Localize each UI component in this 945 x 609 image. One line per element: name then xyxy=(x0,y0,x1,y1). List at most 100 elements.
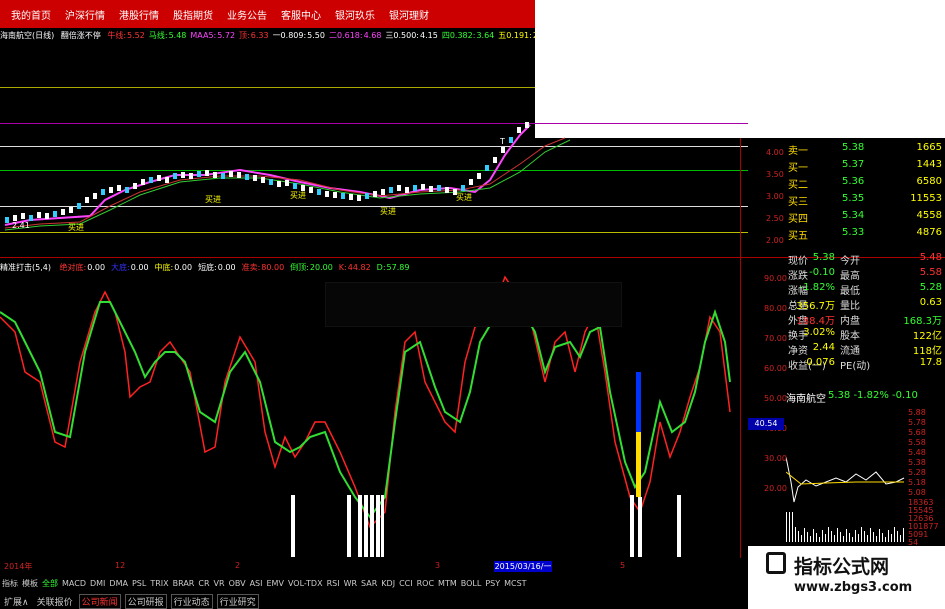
candlestick xyxy=(93,193,97,199)
indicator-tab[interactable]: 指标 xyxy=(2,578,18,589)
indicator-tab[interactable]: EMV xyxy=(267,579,284,588)
stat-value: 5.28 xyxy=(919,282,942,293)
candlestick xyxy=(149,177,153,183)
intraday-volume-bar xyxy=(891,534,892,542)
candlestick xyxy=(125,187,129,193)
date-label: 12 xyxy=(115,561,126,570)
order-book-row[interactable]: 卖一 5.38 1665 xyxy=(748,142,945,158)
intraday-volume-bar xyxy=(795,527,796,542)
intraday-volume-bar xyxy=(816,533,817,542)
date-label: 3 xyxy=(435,561,441,570)
candlestick xyxy=(245,174,249,180)
indicator-tab[interactable]: 模板 xyxy=(22,578,38,589)
indicator-tab[interactable]: DMA xyxy=(109,579,128,588)
candlestick xyxy=(485,165,489,171)
intraday-volume-bar xyxy=(798,531,799,542)
stat-value: -0.10 xyxy=(809,267,835,278)
indicator-tab[interactable]: BOLL xyxy=(461,579,482,588)
candlestick xyxy=(253,175,257,181)
intraday-volume-bar xyxy=(834,535,835,542)
formula-value: 二0.618: xyxy=(328,31,363,40)
low-price-label: 2.41 xyxy=(12,221,30,230)
indicator-axis: 90.00 80.00 70.00 60.00 50.00 40.00 30.0… xyxy=(748,262,788,502)
indicator-tab[interactable]: OBV xyxy=(229,579,246,588)
order-volume: 11553 xyxy=(910,193,942,204)
intraday-volume-bar xyxy=(888,530,889,542)
info-tab[interactable]: 行业研究 xyxy=(216,594,259,609)
candlestick xyxy=(37,212,41,218)
intraday-volume-bar xyxy=(831,531,832,542)
indicator-value: 短底: xyxy=(198,263,217,272)
menu-item-finance[interactable]: 银河理财 xyxy=(384,7,434,22)
menu-item-fun[interactable]: 银河玖乐 xyxy=(330,7,380,22)
candlestick xyxy=(341,193,345,199)
candlestick xyxy=(157,175,161,181)
indicator-tab[interactable]: BRAR xyxy=(173,579,195,588)
indicator-tab[interactable]: ASI xyxy=(250,579,263,588)
indicator-tab[interactable]: 全部 xyxy=(42,578,58,589)
indicator-tab[interactable]: SAR xyxy=(361,579,377,588)
order-book-row[interactable]: 买五 5.33 4876 xyxy=(748,227,945,243)
indicator-tab[interactable]: CCI xyxy=(399,579,413,588)
formula-value: MAA5: xyxy=(190,31,217,40)
stat-label: 今开 xyxy=(840,256,860,267)
indicator-tick: 30.00 xyxy=(764,454,787,463)
menu-item-hk[interactable]: 港股行情 xyxy=(114,7,164,22)
intraday-volume-chart xyxy=(786,512,904,542)
candlestick xyxy=(365,193,369,199)
candlestick xyxy=(45,213,49,219)
signal-bar-white xyxy=(370,495,374,557)
candlestick xyxy=(309,187,313,193)
indicator-tab[interactable]: MTM xyxy=(438,579,457,588)
candlestick xyxy=(325,191,329,197)
intraday-volume-bar xyxy=(807,532,808,542)
info-tab[interactable]: 公司新闻 xyxy=(78,594,121,609)
menu-item-service[interactable]: 客服中心 xyxy=(276,7,326,22)
indicator-tab[interactable]: DMI xyxy=(90,579,105,588)
redaction-box xyxy=(325,282,622,327)
stat-value: 5.48 xyxy=(919,252,942,263)
mini-price-tick: 5.88 xyxy=(908,408,926,417)
order-book-row[interactable]: 买一 5.37 1443 xyxy=(748,159,945,175)
indicator-tab[interactable]: PSL xyxy=(132,579,146,588)
order-book-row[interactable]: 买二 5.36 6580 xyxy=(748,176,945,192)
stat-label: 量比 xyxy=(840,301,860,312)
intraday-volume-bar xyxy=(813,529,814,542)
indicator-tab[interactable]: PSY xyxy=(485,579,500,588)
intraday-volume-bar xyxy=(789,512,790,542)
menu-item-futures[interactable]: 股指期货 xyxy=(168,7,218,22)
indicator-tab[interactable]: MCST xyxy=(504,579,526,588)
order-book-row[interactable]: 买三 5.35 11553 xyxy=(748,193,945,209)
price-chart[interactable]: 2.41 买进 买进 买进 买进 买进 T xyxy=(0,120,590,255)
info-tab[interactable]: 扩展∧ xyxy=(2,595,31,608)
indicator-tab[interactable]: MACD xyxy=(62,579,86,588)
indicator-value: 大底: xyxy=(111,263,130,272)
candlestick xyxy=(101,189,105,195)
indicator-tab[interactable]: VR xyxy=(214,579,225,588)
indicator-tab[interactable]: ROC xyxy=(417,579,434,588)
signal-bar-white xyxy=(638,497,642,557)
info-tab[interactable]: 关联报价 xyxy=(35,595,75,608)
indicator-tab[interactable]: TRIX xyxy=(150,579,168,588)
candlestick xyxy=(525,122,529,128)
indicator-tab[interactable]: KDJ xyxy=(381,579,395,588)
price-ma-line-magenta xyxy=(4,124,531,226)
stat-value: 118亿 xyxy=(912,346,942,357)
signal-bar-white xyxy=(347,495,351,557)
formula-number: 4.68 xyxy=(363,31,382,40)
stat-label: 涨跌 xyxy=(788,271,808,282)
indicator-tick: 60.00 xyxy=(764,364,787,373)
indicator-tab[interactable]: VOL-TDX xyxy=(288,579,323,588)
intraday-volume-bar xyxy=(786,512,787,542)
indicator-tab[interactable]: CR xyxy=(198,579,209,588)
indicator-tab[interactable]: RSI xyxy=(327,579,340,588)
menu-item-sh-sz[interactable]: 沪深行情 xyxy=(60,7,110,22)
info-tab[interactable]: 公司研报 xyxy=(124,594,167,609)
order-book-row[interactable]: 买四 5.34 4558 xyxy=(748,210,945,226)
intraday-volume-bar xyxy=(879,529,880,542)
menu-item-home[interactable]: 我的首页 xyxy=(6,7,56,22)
info-tab[interactable]: 行业动态 xyxy=(170,594,213,609)
indicator-tab[interactable]: WR xyxy=(344,579,357,588)
menu-item-notice[interactable]: 业务公告 xyxy=(222,7,272,22)
indicator-tick: 70.00 xyxy=(764,334,787,343)
